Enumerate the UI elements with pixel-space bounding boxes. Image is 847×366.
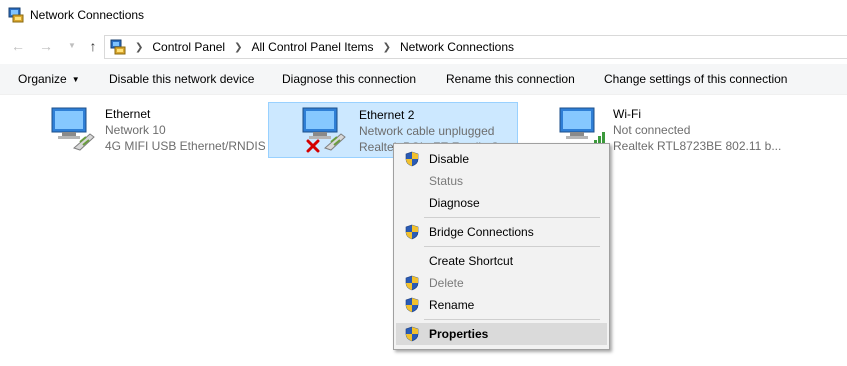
up-arrow-icon[interactable]: ↑ xyxy=(85,38,101,54)
menu-item-label: Create Shortcut xyxy=(429,254,514,268)
connection-status: Network cable unplugged xyxy=(359,124,495,138)
connection-name: Ethernet xyxy=(105,107,151,121)
context-menu: Disable Status Diagnose Bridge Connectio… xyxy=(393,143,610,350)
uac-shield-icon xyxy=(405,275,419,291)
command-bar: Organize ▼ Disable this network device Di… xyxy=(0,64,847,95)
breadcrumb-network-connections[interactable]: Network Connections xyxy=(400,40,514,54)
control-panel-icon xyxy=(110,39,126,55)
menu-item-label: Disable xyxy=(429,152,470,166)
menu-item-rename[interactable]: Rename xyxy=(396,294,607,316)
change-settings-button[interactable]: Change settings of this connection xyxy=(604,72,787,86)
menu-item-create-shortcut[interactable]: Create Shortcut xyxy=(396,250,607,272)
navigation-bar: ← → ▼ ↑ ❯ Control Panel ❯ All Control Pa… xyxy=(0,33,847,61)
address-bar[interactable]: ❯ Control Panel ❯ All Control Panel Item… xyxy=(104,35,847,59)
menu-item-disable[interactable]: Disable xyxy=(396,148,607,170)
menu-item-label: Properties xyxy=(429,327,489,341)
forward-arrow-icon[interactable]: → xyxy=(38,38,54,54)
uac-shield-icon xyxy=(405,326,419,342)
menu-separator xyxy=(424,246,600,247)
uac-shield-icon xyxy=(405,297,419,313)
organize-label: Organize xyxy=(18,72,67,86)
connection-adapter: 4G MIFI USB Ethernet/RNDIS xyxy=(105,139,265,153)
menu-item-label: Status xyxy=(429,174,464,188)
connection-name: Wi-Fi xyxy=(613,107,641,121)
connection-name: Ethernet 2 xyxy=(359,108,415,122)
title-bar: Network Connections xyxy=(0,0,847,30)
breadcrumb-all-items[interactable]: All Control Panel Items xyxy=(252,40,374,54)
disconnected-x-icon xyxy=(306,139,320,153)
menu-item-delete[interactable]: Delete xyxy=(396,272,607,294)
rename-button[interactable]: Rename this connection xyxy=(446,72,575,86)
organize-menu-button[interactable]: Organize ▼ xyxy=(18,72,80,86)
connection-adapter: Realtek RTL8723BE 802.11 b... xyxy=(613,139,782,153)
uac-shield-icon xyxy=(405,224,419,240)
breadcrumb-separator-icon: ❯ xyxy=(234,41,243,53)
menu-item-diagnose[interactable]: Diagnose xyxy=(396,192,607,214)
connection-status: Network 10 xyxy=(105,123,166,137)
menu-item-label: Rename xyxy=(429,298,475,312)
menu-item-bridge-connections[interactable]: Bridge Connections xyxy=(396,221,607,243)
window-title: Network Connections xyxy=(30,8,145,22)
menu-separator xyxy=(424,217,600,218)
diagnose-button[interactable]: Diagnose this connection xyxy=(282,72,416,86)
ethernet-icon xyxy=(51,107,95,151)
menu-item-label: Diagnose xyxy=(429,196,480,210)
breadcrumb-separator-icon: ❯ xyxy=(382,41,391,53)
connection-ethernet[interactable]: Ethernet Network 10 4G MIFI USB Ethernet… xyxy=(46,102,266,158)
chevron-down-icon: ▼ xyxy=(71,75,80,84)
menu-item-label: Bridge Connections xyxy=(429,225,534,239)
menu-item-status[interactable]: Status xyxy=(396,170,607,192)
breadcrumb-separator-icon: ❯ xyxy=(135,41,144,53)
menu-item-label: Delete xyxy=(429,276,464,290)
recent-locations-chevron-icon[interactable]: ▼ xyxy=(64,38,80,54)
disable-device-button[interactable]: Disable this network device xyxy=(109,72,254,86)
uac-shield-icon xyxy=(405,151,419,167)
connection-status: Not connected xyxy=(613,123,691,137)
breadcrumb-control-panel[interactable]: Control Panel xyxy=(152,40,225,54)
back-arrow-icon[interactable]: ← xyxy=(10,38,26,54)
menu-item-properties[interactable]: Properties xyxy=(396,323,607,345)
menu-separator xyxy=(424,319,600,320)
network-connections-icon xyxy=(8,7,24,23)
